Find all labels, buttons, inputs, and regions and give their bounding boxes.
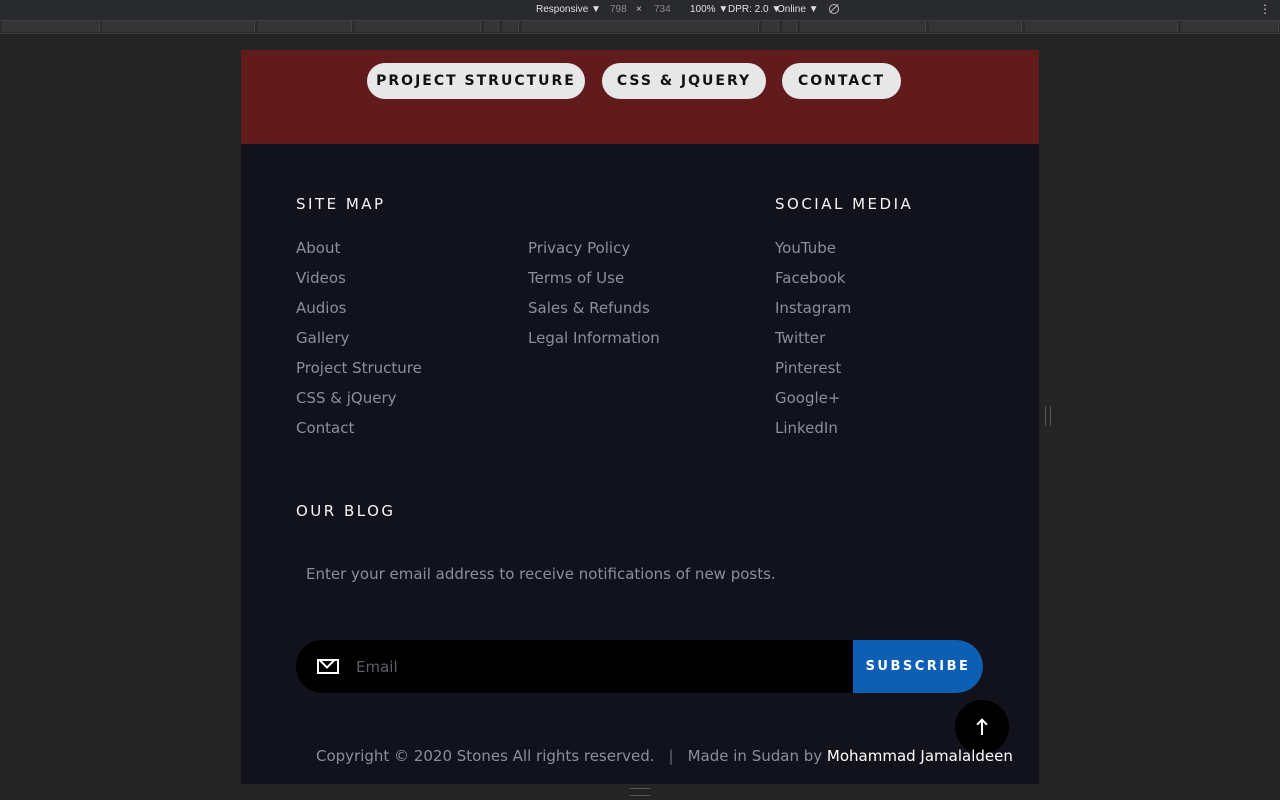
dimension-times: ×	[636, 4, 642, 15]
ruler-segment[interactable]	[1181, 21, 1279, 32]
nav-button-css-jquery[interactable]: CSS & JQUERY	[602, 63, 766, 99]
sitemap-link-gallery[interactable]: Gallery	[296, 329, 349, 347]
sitemap-link-project-structure[interactable]: Project Structure	[296, 359, 422, 377]
media-query-ruler	[0, 21, 1280, 34]
zoom-select[interactable]: 100% ▼	[690, 4, 728, 15]
social-link-linkedin[interactable]: LinkedIn	[775, 419, 838, 437]
legal-link-privacy-policy[interactable]: Privacy Policy	[528, 239, 630, 257]
more-vert-icon[interactable]: ⋮	[1259, 2, 1271, 16]
social-link-twitter[interactable]: Twitter	[775, 329, 825, 347]
ruler-segment[interactable]	[929, 21, 1022, 32]
sitemap-link-contact[interactable]: Contact	[296, 419, 354, 437]
blog-heading: OUR BLOG	[296, 502, 396, 520]
ruler-segment[interactable]	[258, 21, 352, 32]
throttle-select[interactable]: Online ▼	[777, 4, 819, 15]
viewport-height-input[interactable]: 734	[654, 4, 671, 15]
viewport-resize-handle-bottom[interactable]	[630, 788, 650, 796]
rotate-icon[interactable]	[829, 4, 839, 14]
social-link-youtube[interactable]: YouTube	[775, 239, 836, 257]
ruler-segment[interactable]	[1025, 21, 1178, 32]
nav-button-project-structure[interactable]: PROJECT STRUCTURE	[367, 63, 585, 99]
social-link-google-plus[interactable]: Google+	[775, 389, 840, 407]
copyright-separator: |	[668, 747, 674, 765]
viewport-resize-handle-right[interactable]	[1045, 406, 1051, 426]
subscribe-form: SUBSCRIBE	[296, 640, 983, 693]
sitemap-link-css-jquery[interactable]: CSS & jQuery	[296, 389, 397, 407]
ruler-segment[interactable]	[800, 21, 926, 32]
nav-button-contact[interactable]: CONTACT	[782, 63, 901, 99]
subscribe-button[interactable]: SUBSCRIBE	[853, 640, 983, 693]
ruler-segment[interactable]	[502, 21, 519, 32]
devtools-toolbar: Responsive ▼ 798 × 734 100% ▼ DPR: 2.0 ▼…	[0, 0, 1280, 21]
dpr-select[interactable]: DPR: 2.0 ▼	[728, 4, 781, 15]
social-link-instagram[interactable]: Instagram	[775, 299, 851, 317]
sitemap-link-about[interactable]: About	[296, 239, 340, 257]
email-input[interactable]	[356, 640, 846, 693]
social-link-pinterest[interactable]: Pinterest	[775, 359, 841, 377]
social-link-facebook[interactable]: Facebook	[775, 269, 845, 287]
sitemap-link-audios[interactable]: Audios	[296, 299, 346, 317]
device-mode-select[interactable]: Responsive ▼	[536, 4, 601, 15]
viewport-width-input[interactable]: 798	[610, 4, 627, 15]
ruler-segment[interactable]	[522, 21, 759, 32]
ruler-segment[interactable]	[762, 21, 779, 32]
sitemap-heading: SITE MAP	[296, 195, 386, 213]
social-heading: SOCIAL MEDIA	[775, 195, 914, 213]
blog-description: Enter your email address to receive noti…	[306, 565, 776, 583]
ruler-segment[interactable]	[782, 21, 797, 32]
copyright-line: Copyright © 2020 Stones All rights reser…	[316, 747, 1013, 765]
ruler-segment[interactable]	[484, 21, 499, 32]
page-viewport: PROJECT STRUCTURE CSS & JQUERY CONTACT S…	[241, 50, 1039, 784]
legal-link-terms-of-use[interactable]: Terms of Use	[528, 269, 624, 287]
legal-link-sales-refunds[interactable]: Sales & Refunds	[528, 299, 650, 317]
sitemap-link-videos[interactable]: Videos	[296, 269, 346, 287]
nav-band: PROJECT STRUCTURE CSS & JQUERY CONTACT	[241, 50, 1039, 144]
copyright-text: Copyright © 2020 Stones All rights reser…	[316, 747, 655, 765]
legal-link-legal-information[interactable]: Legal Information	[528, 329, 660, 347]
arrow-up-icon[interactable]	[955, 700, 1009, 754]
ruler-segment[interactable]	[102, 21, 255, 32]
ruler-segment[interactable]	[355, 21, 481, 32]
author-link[interactable]: Mohammad Jamalaldeen	[827, 747, 1013, 765]
ruler-segment[interactable]	[2, 21, 100, 32]
made-in-text: Made in Sudan by	[687, 747, 823, 765]
mail-icon	[317, 659, 339, 674]
